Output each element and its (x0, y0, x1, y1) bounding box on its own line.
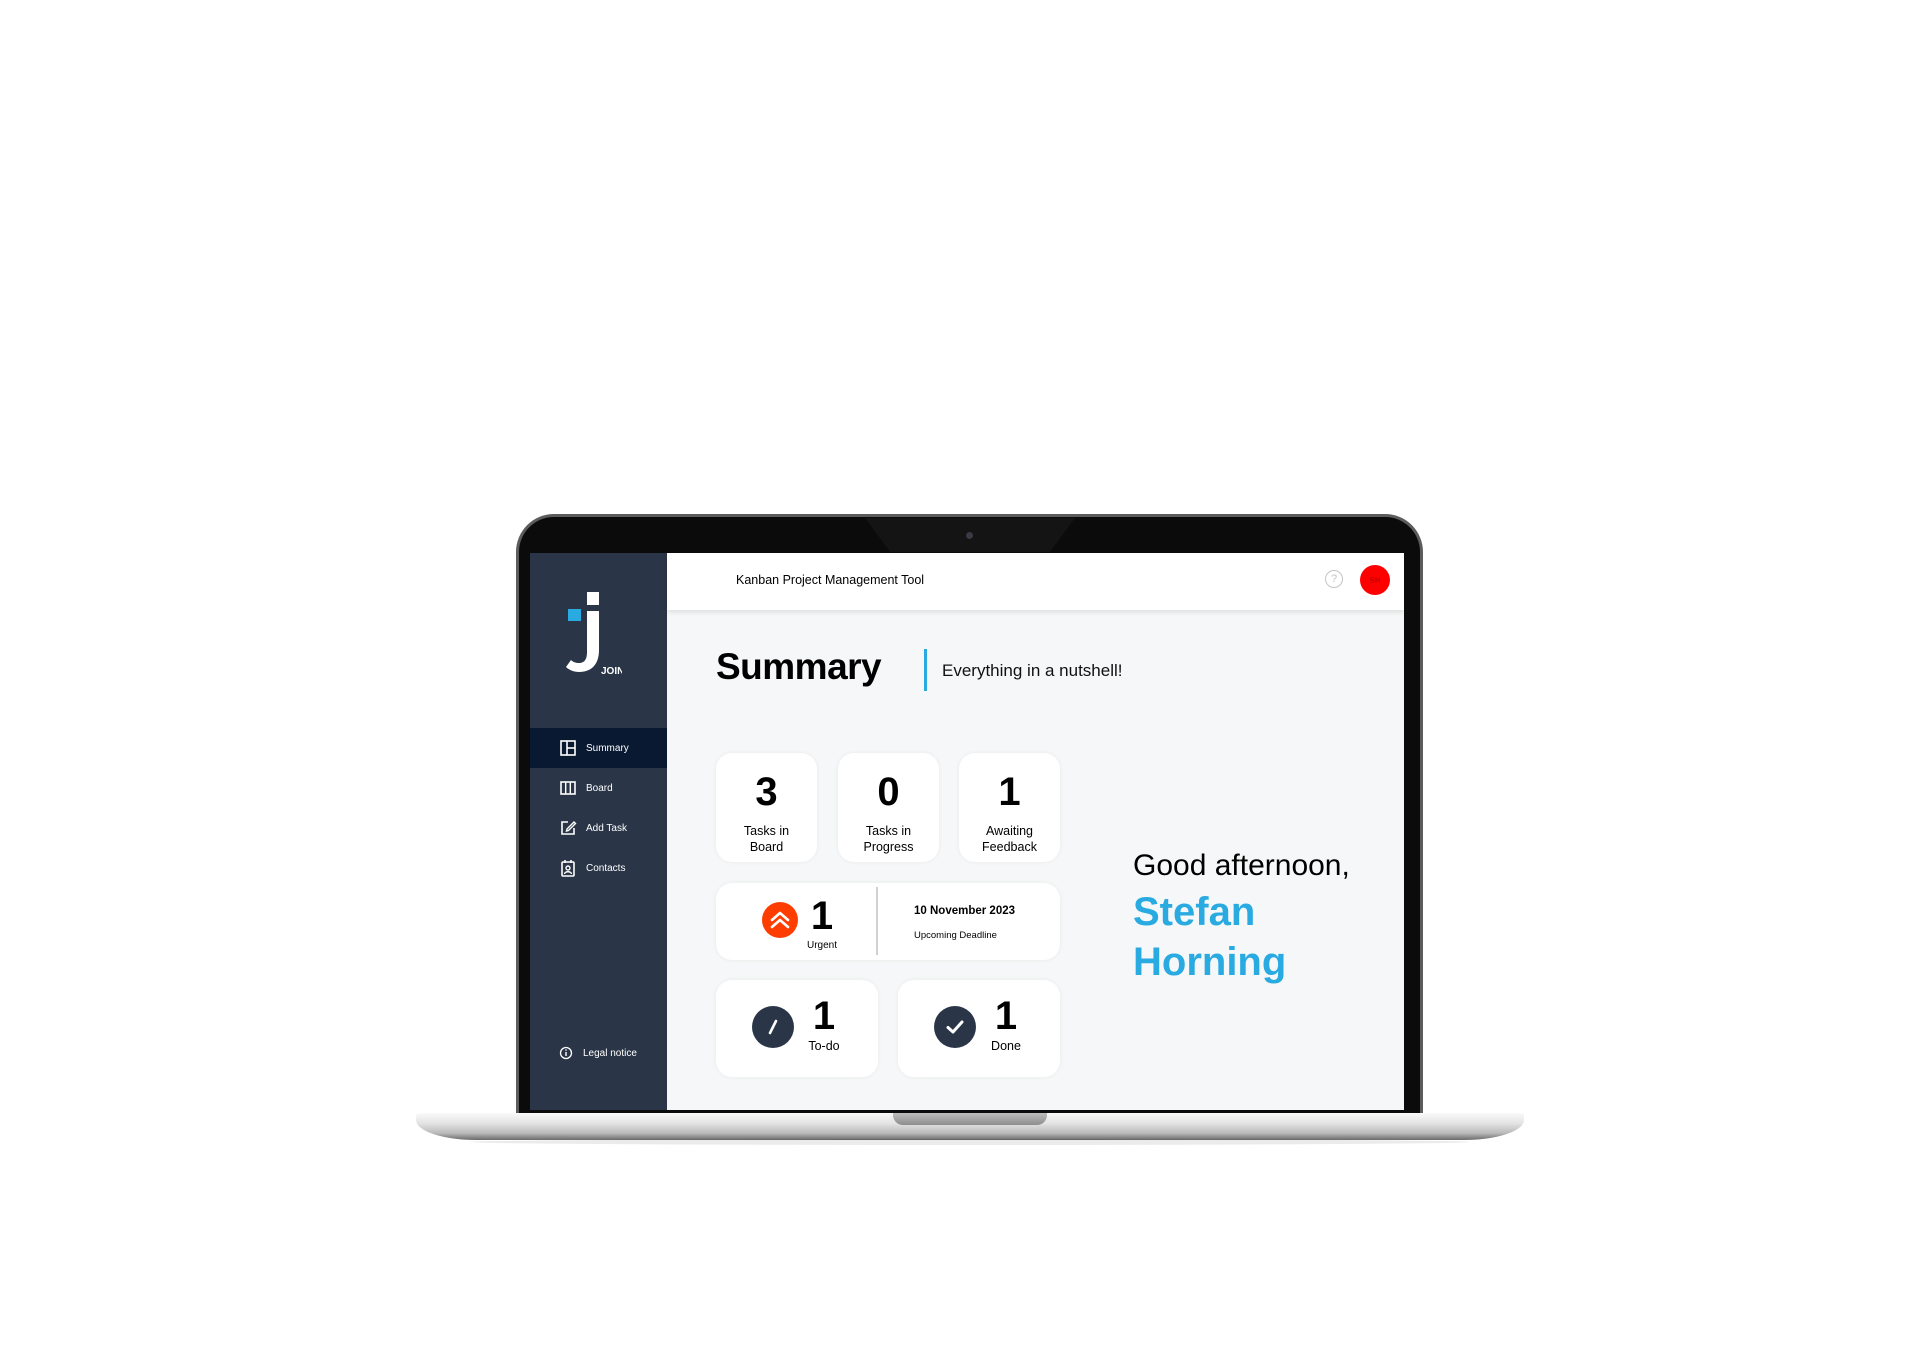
board-icon (559, 779, 577, 797)
top-header: Kanban Project Management Tool ? SH (667, 553, 1404, 610)
contacts-icon (559, 859, 577, 877)
deadline-date: 10 November 2023 (914, 905, 1016, 917)
camera-icon (966, 532, 973, 539)
stat-value: 3 (755, 770, 778, 814)
page-title: Summary (716, 646, 882, 687)
awaiting-feedback-card[interactable]: 1 Awaiting Feedback (959, 753, 1060, 862)
app-title: Kanban Project Management Tool (736, 573, 925, 587)
sidebar-item-summary[interactable]: Summary (530, 728, 667, 768)
stat-label: Tasks in Progress (863, 824, 914, 854)
tasks-in-progress-card[interactable]: 0 Tasks in Progress (838, 753, 939, 862)
question-mark-icon[interactable]: ? (1325, 570, 1343, 588)
sidebar-item-label: Summary (586, 742, 629, 754)
stat-value: 1 (998, 770, 1021, 814)
deadline-label: Upcoming Deadline (914, 930, 997, 941)
add-task-icon (559, 819, 577, 837)
urgent-label: Urgent (806, 940, 837, 951)
done-count: 1 (994, 994, 1018, 1038)
info-icon (559, 1046, 573, 1060)
stat-label: Awaiting Feedback (982, 824, 1037, 854)
urgent-priority-icon (762, 902, 798, 938)
laptop-base-notch (893, 1113, 1047, 1125)
check-icon (934, 1006, 976, 1048)
todo-label: To-do (808, 1039, 840, 1053)
stat-label: Tasks in Board (743, 824, 790, 854)
urgent-card[interactable]: 1 Urgent 10 November 2023 Upcoming Deadl… (716, 883, 1060, 960)
sidebar-item-label: Contacts (586, 862, 626, 874)
page-subtitle: Everything in a nutshell! (942, 661, 1123, 680)
logo-text: JOIN (601, 666, 622, 677)
summary-icon (559, 739, 577, 757)
legal-notice-label: Legal notice (583, 1047, 637, 1059)
avatar-initials: SH (1369, 575, 1381, 585)
join-logo[interactable]: JOIN (566, 590, 624, 682)
todo-card[interactable]: 1 To-do (716, 980, 878, 1077)
user-avatar[interactable]: SH (1360, 565, 1390, 595)
sidebar: JOIN Summary Board Add Task Contacts Leg… (530, 553, 667, 1110)
tasks-in-board-card[interactable]: 3 Tasks in Board (716, 753, 817, 862)
urgent-count: 1 (810, 894, 834, 938)
sidebar-item-add-task[interactable]: Add Task (530, 808, 667, 848)
user-name: Stefan Horning (1133, 890, 1287, 984)
pencil-icon (752, 1006, 794, 1048)
stat-value: 0 (877, 770, 900, 814)
done-card[interactable]: 1 Done (898, 980, 1060, 1077)
done-label: Done (991, 1039, 1021, 1053)
laptop-shadow (470, 1139, 1470, 1145)
sidebar-item-contacts[interactable]: Contacts (530, 848, 667, 888)
legal-notice-link[interactable]: Legal notice (559, 1046, 637, 1060)
card-divider (876, 887, 878, 955)
greeting-text: Good afternoon, (1133, 849, 1350, 882)
app-screen: JOIN Summary Board Add Task Contacts Leg… (530, 553, 1404, 1110)
title-divider (924, 649, 927, 691)
sidebar-item-label: Board (586, 782, 613, 794)
sidebar-item-board[interactable]: Board (530, 768, 667, 808)
todo-count: 1 (812, 994, 836, 1038)
sidebar-item-label: Add Task (586, 822, 627, 834)
